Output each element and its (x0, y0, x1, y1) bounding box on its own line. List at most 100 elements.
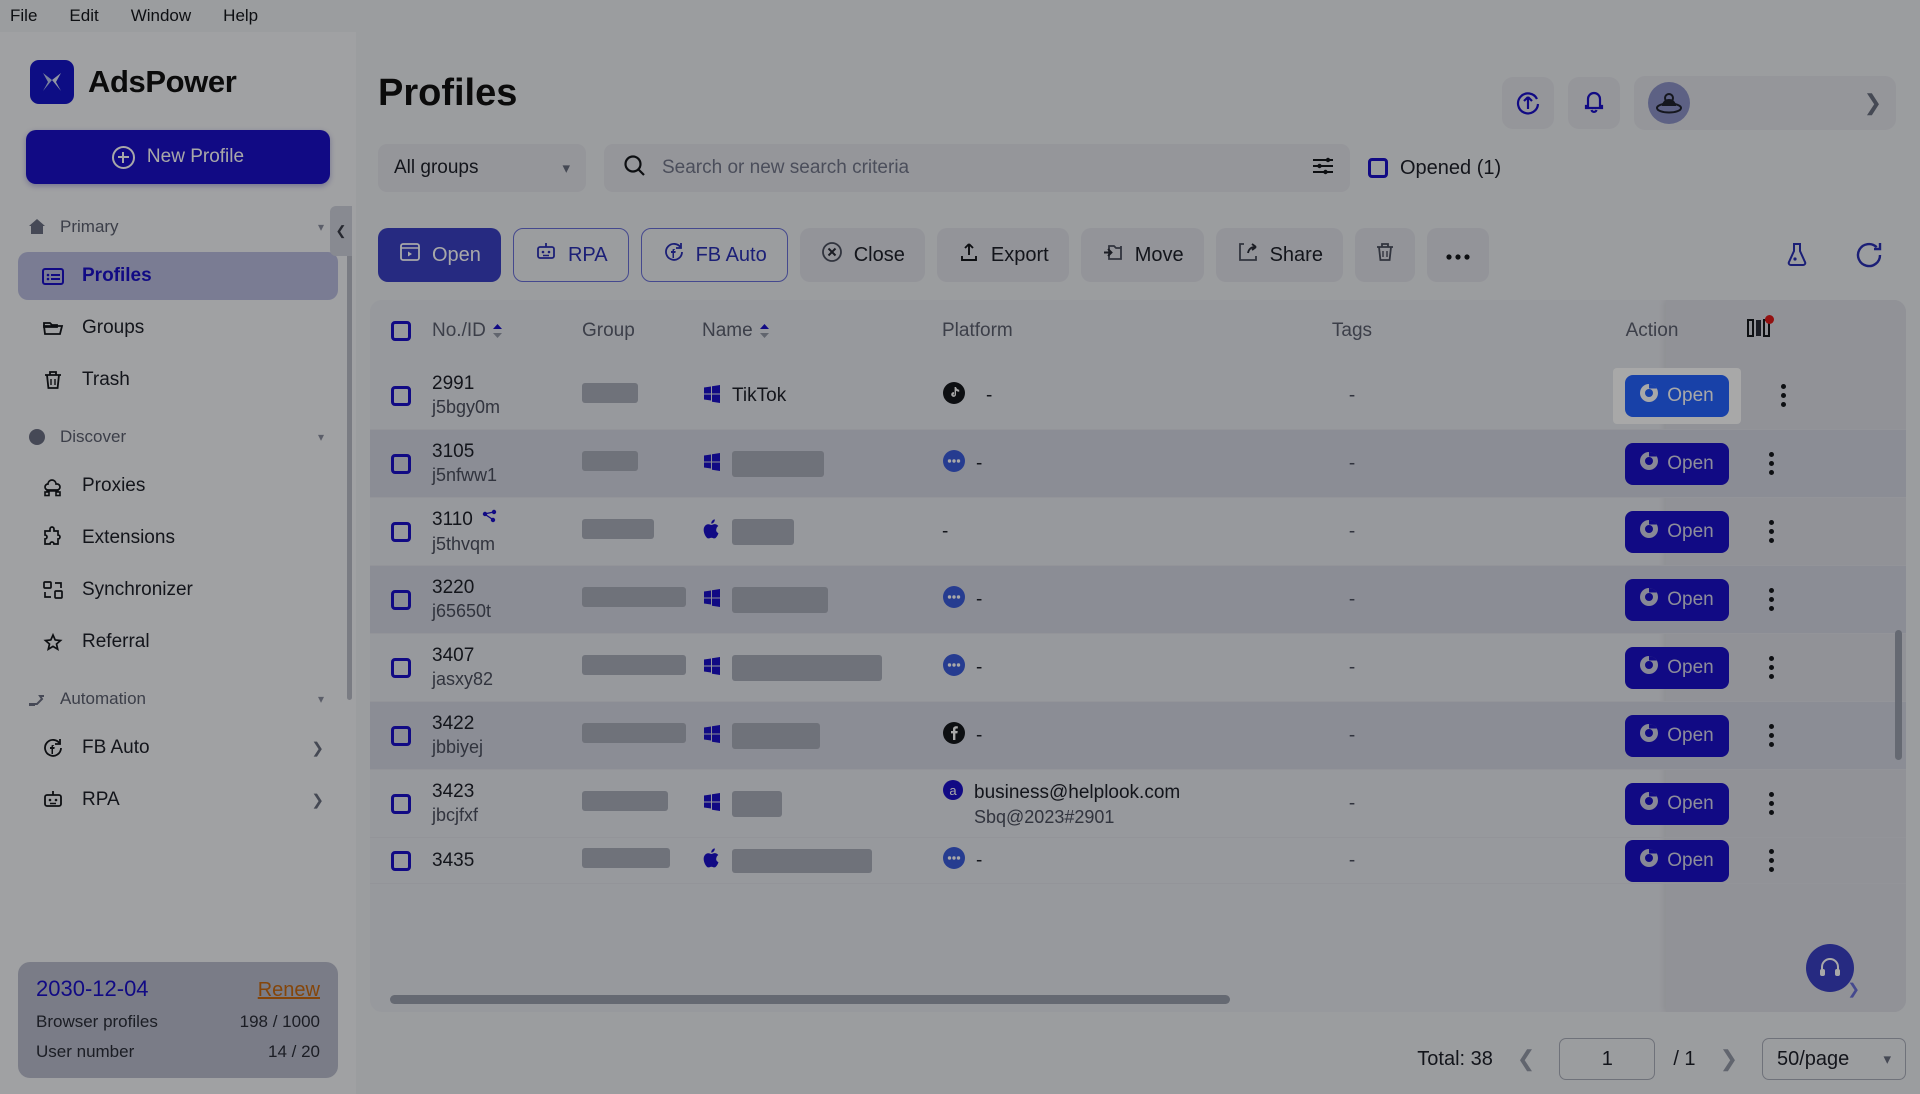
prev-page-button[interactable]: ❮ (1511, 1046, 1541, 1072)
avatar (1648, 82, 1690, 124)
sidebar-item-referral[interactable]: Referral (18, 618, 338, 666)
toolbar-rpa-button[interactable]: RPA (512, 228, 629, 282)
sidebar-item-trash[interactable]: Trash (18, 356, 338, 404)
cell-tags: - (1348, 452, 1356, 474)
sidebar-group-discover[interactable]: Discover ▾ (0, 408, 356, 458)
row-checkbox[interactable] (370, 385, 432, 406)
select-all-checkbox[interactable] (370, 321, 432, 341)
page-number-input[interactable] (1559, 1038, 1656, 1080)
toolbar-more-button[interactable] (1426, 228, 1489, 282)
menu-file[interactable]: File (10, 6, 37, 26)
row-open-button[interactable]: Open (1624, 646, 1729, 689)
table-horizontal-scrollbar[interactable] (390, 995, 1230, 1004)
column-header-platform[interactable]: Platform (942, 320, 1212, 342)
row-checkbox[interactable] (370, 589, 432, 610)
row-more-button[interactable] (1780, 384, 1786, 407)
cell-name: TikTok (702, 383, 942, 409)
row-more-button[interactable] (1768, 849, 1774, 872)
sidebar-item-proxies[interactable]: Proxies (18, 462, 338, 510)
row-open-label: Open (1667, 384, 1714, 406)
table-vertical-scrollbar[interactable] (1895, 630, 1902, 760)
table-row[interactable]: 2991 j5bgy0m TikTok - - Open (370, 362, 1906, 430)
column-header-action-label: Action (1625, 320, 1679, 341)
row-more-button[interactable] (1768, 520, 1774, 543)
sidebar-item-synchronizer[interactable]: Synchronizer (18, 566, 338, 614)
page-size-select[interactable]: 50/page ▾ (1762, 1038, 1906, 1080)
table-row[interactable]: 3220 j65650t - - Open (370, 566, 1906, 634)
renew-link[interactable]: Renew (258, 979, 320, 1002)
windows-icon (702, 587, 722, 613)
row-id: j5bgy0m (432, 397, 501, 417)
sidebar-group-automation-label: Automation (60, 689, 146, 708)
row-more-button[interactable] (1768, 656, 1774, 679)
sliders-icon[interactable] (1310, 153, 1336, 184)
next-page-button[interactable]: ❯ (1714, 1046, 1744, 1072)
row-more-button[interactable] (1768, 452, 1774, 475)
bell-icon[interactable] (1568, 77, 1620, 129)
group-select[interactable]: All groups ▾ (378, 144, 586, 192)
chevron-right-icon: ❯ (1847, 981, 1860, 998)
row-more-button[interactable] (1768, 724, 1774, 747)
sidebar-collapse-button[interactable]: ❮ (330, 206, 352, 256)
account-pill[interactable]: ❯ (1634, 76, 1896, 130)
table-row[interactable]: 3423 jbcjfxf a business@helplook.com Sbq… (370, 770, 1906, 838)
sidebar-item-groups[interactable]: Groups (18, 304, 338, 352)
sidebar-item-profiles[interactable]: Profiles (18, 252, 338, 300)
opened-filter-checkbox[interactable]: Opened (1) (1368, 157, 1501, 180)
column-header-tags[interactable]: Tags (1212, 320, 1492, 342)
cell-platform: - (942, 381, 1212, 411)
refresh-icon[interactable] (1842, 228, 1896, 282)
row-open-button[interactable]: Open (1624, 510, 1729, 553)
menu-window[interactable]: Window (131, 6, 191, 26)
sidebar-scrollbar[interactable] (347, 220, 352, 700)
menu-help[interactable]: Help (223, 6, 258, 26)
column-header-name[interactable]: Name (702, 320, 942, 342)
row-open-button[interactable]: Open (1624, 374, 1729, 417)
table-row[interactable]: 3110 j5thvqm - - Open (370, 498, 1906, 566)
table-row[interactable]: 3105 j5nfww1 - - Open (370, 430, 1906, 498)
plan-row-user-number: User number 14 / 20 (36, 1042, 320, 1062)
table-row[interactable]: 3435 - - Open (370, 838, 1906, 884)
toolbar-share-button[interactable]: Share (1215, 228, 1343, 282)
row-open-button[interactable]: Open (1624, 714, 1729, 757)
new-profile-button[interactable]: New Profile (26, 130, 330, 184)
sidebar-group-primary[interactable]: Primary ▾ (0, 198, 356, 248)
row-more-button[interactable] (1768, 792, 1774, 815)
row-more-button[interactable] (1768, 588, 1774, 611)
column-header-group[interactable]: Group (582, 320, 702, 342)
sidebar-group-automation[interactable]: Automation ▾ (0, 670, 356, 720)
row-checkbox[interactable] (370, 521, 432, 542)
row-open-button[interactable]: Open (1624, 578, 1729, 621)
row-checkbox[interactable] (370, 453, 432, 474)
columns-icon[interactable] (1746, 315, 1775, 344)
row-checkbox[interactable] (370, 657, 432, 678)
row-open-button[interactable]: Open (1624, 839, 1729, 882)
search-input[interactable] (662, 157, 1296, 179)
row-id: j5thvqm (432, 534, 496, 554)
table-row[interactable]: 3422 jbbiyej - - Open (370, 702, 1906, 770)
flask-icon[interactable] (1770, 228, 1824, 282)
plan-card: 2030-12-04 Renew Browser profiles 198 / … (18, 962, 338, 1078)
row-open-button[interactable]: Open (1624, 782, 1729, 825)
toolbar-export-button[interactable]: Export (936, 228, 1069, 282)
refresh-upload-icon[interactable] (1502, 77, 1554, 129)
chevron-down-icon: ▾ (317, 430, 324, 444)
row-open-button[interactable]: Open (1624, 442, 1729, 485)
row-no: 3105 (432, 441, 475, 462)
table-row[interactable]: 3407 jasxy82 - - Open (370, 634, 1906, 702)
sidebar-item-rpa[interactable]: RPA ❯ (18, 776, 338, 824)
toolbar-open-button[interactable]: Open (378, 228, 501, 282)
column-header-no-id[interactable]: No./ID (432, 320, 582, 342)
windows-icon (702, 655, 722, 681)
chrome-icon (1639, 723, 1659, 749)
row-checkbox[interactable] (370, 725, 432, 746)
menu-edit[interactable]: Edit (69, 6, 98, 26)
toolbar-delete-button[interactable] (1354, 228, 1415, 282)
row-checkbox[interactable] (370, 793, 432, 814)
row-checkbox[interactable] (370, 850, 432, 871)
sidebar-item-extensions[interactable]: Extensions (18, 514, 338, 562)
toolbar-close-button[interactable]: Close (799, 228, 925, 282)
toolbar-move-button[interactable]: Move (1080, 228, 1204, 282)
toolbar-fb-auto-button[interactable]: FB Auto (640, 228, 788, 282)
sidebar-item-fb-auto[interactable]: FB Auto ❯ (18, 724, 338, 772)
